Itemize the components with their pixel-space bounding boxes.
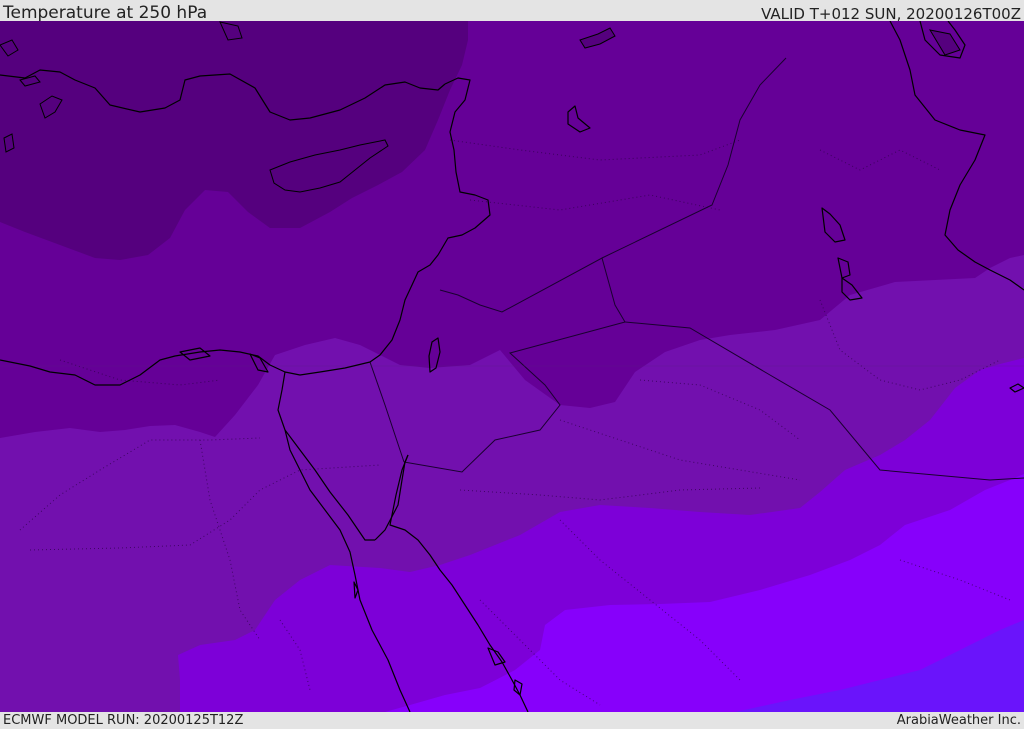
map-title: Temperature at 250 hPa bbox=[3, 3, 208, 23]
footer-bar: ECMWF MODEL RUN: 20200125T12Z ArabiaWeat… bbox=[0, 712, 1024, 729]
map-canvas bbox=[0, 21, 1024, 712]
header-bar: Temperature at 250 hPa VALID T+012 SUN, … bbox=[0, 0, 1024, 23]
weather-map[interactable] bbox=[0, 21, 1024, 712]
model-run-label: ECMWF MODEL RUN: 20200125T12Z bbox=[3, 713, 244, 728]
credit-label: ArabiaWeather Inc. bbox=[896, 713, 1021, 728]
